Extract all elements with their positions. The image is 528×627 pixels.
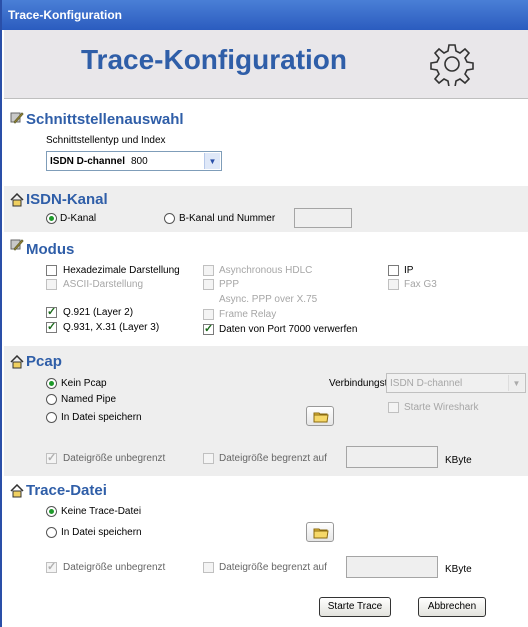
pcap-datei-label: In Datei speichern bbox=[61, 412, 142, 423]
header-title: Trace-Konfiguration bbox=[80, 44, 347, 75]
trace-datei-radio[interactable] bbox=[46, 527, 57, 538]
cancel-button[interactable]: Abbrechen bbox=[418, 597, 486, 617]
ppp-label: PPP bbox=[219, 279, 240, 290]
section-title: Modus bbox=[26, 241, 75, 258]
pencil-icon bbox=[10, 112, 24, 124]
d-kanal-label: D-Kanal bbox=[60, 213, 97, 224]
q931-label: Q.931, X.31 (Layer 3) bbox=[63, 322, 160, 333]
keine-trace-radio[interactable] bbox=[46, 506, 57, 517]
verbindungstyp-value: ISDN D-channel bbox=[390, 378, 463, 389]
trace-config-window: Trace-Konfiguration Trace-Konfiguration … bbox=[0, 0, 528, 627]
q921-label: Q.921 (Layer 2) bbox=[63, 307, 134, 318]
trace-begrenzt-label: Dateigröße begrenzt auf bbox=[219, 562, 327, 573]
pcap-datei-radio[interactable] bbox=[46, 412, 57, 423]
interface-type-value: ISDN D-channel bbox=[50, 156, 126, 167]
b-kanal-label: B-Kanal und Nummer bbox=[179, 213, 276, 224]
wireshark-checkbox[interactable] bbox=[388, 402, 399, 413]
section-title: Pcap bbox=[26, 353, 62, 370]
folder-icon bbox=[313, 412, 329, 423]
kein-pcap-radio[interactable] bbox=[46, 378, 57, 389]
trace-unbegrenzt-checkbox[interactable] bbox=[46, 560, 57, 573]
wireshark-label: Starte Wireshark bbox=[404, 402, 479, 413]
port7000-checkbox[interactable] bbox=[203, 322, 214, 335]
window-title-bar: Trace-Konfiguration bbox=[2, 0, 528, 30]
section-pcap: Pcap Kein Pcap Named Pipe In Datei speic… bbox=[4, 346, 528, 476]
home-icon bbox=[10, 193, 24, 207]
async-ppp-label: Async. PPP over X.75 bbox=[219, 294, 318, 305]
start-trace-button[interactable]: Starte Trace bbox=[319, 597, 391, 617]
async-hdlc-label: Asynchronous HDLC bbox=[219, 265, 313, 276]
q921-checkbox[interactable] bbox=[46, 305, 57, 318]
b-kanal-number-field[interactable] bbox=[294, 208, 352, 228]
port7000-label: Daten von Port 7000 verwerfen bbox=[219, 324, 358, 335]
folder-icon bbox=[313, 528, 329, 539]
trace-size-field[interactable] bbox=[346, 556, 438, 578]
section-schnittstelle: Schnittstellenauswahl Schnittstellentyp … bbox=[4, 99, 528, 186]
interface-type-select[interactable]: ISDN D-channel 800 ▼ bbox=[46, 151, 222, 171]
pcap-begrenzt-label: Dateigröße begrenzt auf bbox=[219, 453, 327, 464]
trace-unit-label: KByte bbox=[445, 564, 472, 575]
kein-pcap-label: Kein Pcap bbox=[61, 378, 107, 389]
trace-unbegrenzt-label: Dateigröße unbegrenzt bbox=[63, 562, 166, 573]
verbindungstyp-select[interactable]: ISDN D-channel ▼ bbox=[386, 373, 526, 393]
q931-checkbox[interactable] bbox=[46, 320, 57, 333]
section-isdn-kanal: ISDN-Kanal D-Kanal B-Kanal und Nummer bbox=[4, 186, 528, 232]
frame-relay-checkbox[interactable] bbox=[203, 309, 214, 320]
hex-label: Hexadezimale Darstellung bbox=[63, 265, 180, 276]
async-hdlc-checkbox[interactable] bbox=[203, 265, 214, 276]
pcap-unit-label: KByte bbox=[445, 455, 472, 466]
named-pipe-radio[interactable] bbox=[46, 394, 57, 405]
pcap-begrenzt-checkbox[interactable] bbox=[203, 453, 214, 464]
ip-label: IP bbox=[404, 265, 414, 276]
ip-checkbox[interactable] bbox=[388, 265, 399, 276]
home-icon bbox=[10, 484, 24, 498]
section-title: Trace-Datei bbox=[26, 482, 107, 499]
ppp-checkbox[interactable] bbox=[203, 279, 214, 290]
b-kanal-radio[interactable] bbox=[164, 213, 175, 224]
trace-begrenzt-checkbox[interactable] bbox=[203, 562, 214, 573]
pcap-unbegrenzt-label: Dateigröße unbegrenzt bbox=[63, 453, 166, 464]
gear-icon bbox=[430, 44, 474, 86]
trace-datei-label: In Datei speichern bbox=[61, 527, 142, 538]
fax-checkbox[interactable] bbox=[388, 279, 399, 290]
hex-checkbox[interactable] bbox=[46, 265, 57, 276]
named-pipe-label: Named Pipe bbox=[61, 394, 117, 405]
header-banner: Trace-Konfiguration bbox=[4, 30, 528, 99]
pcap-size-field[interactable] bbox=[346, 446, 438, 468]
trace-browse-button[interactable] bbox=[306, 522, 334, 542]
ascii-checkbox[interactable] bbox=[46, 279, 57, 290]
frame-relay-label: Frame Relay bbox=[219, 309, 277, 320]
pcap-browse-button[interactable] bbox=[306, 406, 334, 426]
interface-type-label: Schnittstellentyp und Index bbox=[46, 135, 166, 146]
pencil-icon bbox=[10, 239, 24, 251]
home-icon bbox=[10, 355, 24, 369]
section-title: Schnittstellenauswahl bbox=[26, 111, 184, 128]
section-title: ISDN-Kanal bbox=[26, 191, 108, 208]
section-modus: Modus Hexadezimale Darstellung ASCII-Dar… bbox=[4, 232, 528, 346]
fax-label: Fax G3 bbox=[404, 279, 437, 290]
pcap-unbegrenzt-checkbox[interactable] bbox=[46, 451, 57, 464]
chevron-down-icon: ▼ bbox=[204, 153, 220, 169]
interface-index-value: 800 bbox=[131, 156, 148, 167]
section-trace-datei: Trace-Datei Keine Trace-Datei In Datei s… bbox=[4, 476, 528, 627]
keine-trace-label: Keine Trace-Datei bbox=[61, 506, 142, 517]
ascii-label: ASCII-Darstellung bbox=[63, 279, 144, 290]
d-kanal-radio[interactable] bbox=[46, 213, 57, 224]
chevron-down-icon: ▼ bbox=[508, 375, 524, 391]
